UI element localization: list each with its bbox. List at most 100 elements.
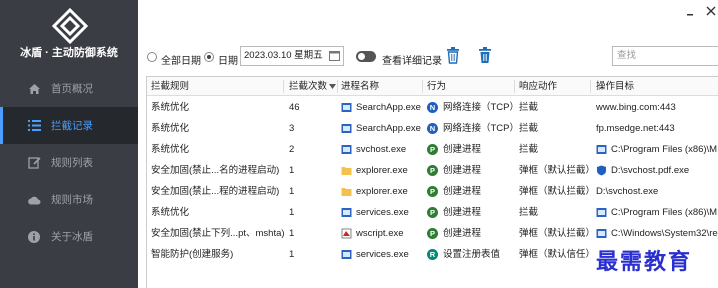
cell-target: fp.msedge.net:443	[596, 118, 718, 139]
process-icon	[341, 186, 352, 197]
search-input[interactable]: 查找	[612, 46, 718, 66]
process-name: SearchApp.exe	[356, 123, 421, 134]
process-name: wscript.exe	[356, 228, 404, 239]
col-count[interactable]: 拦截次数	[289, 77, 327, 96]
trash-icon[interactable]	[446, 47, 460, 64]
cell-action: 弹框（默认拦截）	[519, 186, 591, 197]
minimize-icon[interactable]	[685, 6, 695, 16]
app-title: 冰盾 · 主动防御系统	[20, 47, 118, 59]
cell-count: 46	[289, 102, 300, 113]
sidebar-item-market[interactable]: 规则市场	[0, 181, 138, 218]
process-icon	[341, 123, 352, 134]
col-behavior[interactable]: 行为	[427, 77, 446, 96]
process-name: services.exe	[356, 249, 409, 260]
cell-process: services.exe	[341, 202, 423, 223]
cell-count: 1	[289, 165, 295, 176]
behavior-text: 创建进程	[443, 165, 482, 176]
process-name: explorer.exe	[356, 186, 408, 197]
target-icon	[596, 207, 607, 218]
cell-action: 弹框（默认拦截）	[519, 165, 591, 176]
cell-process: services.exe	[341, 244, 423, 265]
target-text: fp.msedge.net:443	[596, 123, 675, 134]
process-icon	[341, 144, 352, 155]
cell-count: 1	[289, 249, 295, 260]
behavior-text: 创建进程	[443, 144, 482, 155]
target-icon	[596, 165, 607, 176]
target-text: C:\Program Files (x86)\M	[611, 144, 718, 155]
behavior-badge-icon: P	[427, 228, 438, 239]
cell-target: www.bing.com:443	[596, 97, 718, 118]
cell-count: 1	[289, 228, 295, 239]
sidebar-item-intercept-log[interactable]: 拦截记录	[0, 107, 138, 144]
cell-process: SearchApp.exe	[341, 118, 423, 139]
cell-behavior: N 网络连接（TCP）	[427, 118, 515, 139]
cloud-icon	[27, 193, 41, 207]
cell-behavior: P 创建进程	[427, 202, 515, 223]
behavior-text: 创建进程	[443, 207, 482, 218]
table-row[interactable]: 系统优化 3 SearchApp.exe N 网络连接（TCP） 拦截 fp.msedge.…	[147, 118, 718, 139]
target-text: www.bing.com:443	[596, 102, 676, 113]
cell-process: svchost.exe	[341, 139, 423, 160]
search-placeholder: 查找	[617, 50, 637, 61]
cell-process: explorer.exe	[341, 181, 423, 202]
process-name: svchost.exe	[356, 144, 407, 155]
show-details-label: 查看详细记录	[382, 56, 442, 67]
cell-behavior: R 设置注册表值	[427, 244, 515, 265]
cell-behavior: P 创建进程	[427, 223, 515, 244]
process-icon	[341, 228, 352, 239]
sort-desc-icon[interactable]	[329, 84, 336, 89]
cell-rule: 系统优化	[151, 123, 190, 134]
sidebar-item-about[interactable]: 关于冰盾	[0, 218, 138, 255]
cell-process: wscript.exe	[341, 223, 423, 244]
table-row[interactable]: 系统优化 46 SearchApp.exe N 网络连接（TCP） 拦截 www.bing.…	[147, 97, 718, 118]
cell-action: 弹框（默认信任）	[519, 249, 591, 260]
col-action[interactable]: 响应动作	[519, 77, 557, 96]
table-row[interactable]: 系统优化 1 services.exe P 创建进程 拦截 C:\Program Files…	[147, 202, 718, 223]
show-details-toggle[interactable]	[356, 51, 376, 62]
toolbar: 全部日期 日期 2023.03.10 星期五 查看详细记录 查找	[138, 40, 718, 74]
cell-process: explorer.exe	[341, 160, 423, 181]
cell-action: 拦截	[519, 207, 539, 218]
col-target[interactable]: 操作目标	[596, 77, 634, 96]
behavior-badge-icon: P	[427, 144, 438, 155]
cell-count: 1	[289, 186, 295, 197]
cell-count: 1	[289, 207, 295, 218]
behavior-text: 网络连接（TCP）	[443, 102, 515, 113]
col-rule[interactable]: 拦截规则	[151, 77, 189, 96]
table-row[interactable]: 安全加固(禁止...名的进程启动) 1 explorer.exe P 创建进程 弹框（默认…	[147, 160, 718, 181]
cell-behavior: N 网络连接（TCP）	[427, 97, 515, 118]
date-picker[interactable]: 2023.03.10 星期五	[240, 46, 344, 66]
table-header: 拦截规则 拦截次数 进程名称 行为 响应动作 操作目标	[147, 77, 718, 96]
process-icon	[341, 207, 352, 218]
behavior-badge-icon: P	[427, 207, 438, 218]
target-icon	[596, 228, 607, 239]
all-dates-label: 全部日期	[161, 56, 201, 67]
home-icon	[27, 82, 41, 96]
cell-target: C:\Windows\System32\re	[596, 223, 718, 244]
cell-behavior: P 创建进程	[427, 139, 515, 160]
cell-process: SearchApp.exe	[341, 97, 423, 118]
all-dates-radio[interactable]	[147, 52, 157, 62]
behavior-badge-icon: R	[427, 249, 438, 260]
cell-target: C:\Program Files (x86)\M	[596, 202, 718, 223]
calendar-icon[interactable]	[329, 50, 340, 61]
table-row[interactable]: 系统优化 2 svchost.exe P 创建进程 拦截 C:\Program Files …	[147, 139, 718, 160]
cell-rule: 安全加固(禁止下列...pt、mshta)	[151, 228, 285, 239]
cell-target: D:\svchost.exe	[596, 181, 718, 202]
date-radio[interactable]	[204, 52, 214, 62]
behavior-badge-icon: P	[427, 186, 438, 197]
close-icon[interactable]	[706, 6, 716, 16]
table-row[interactable]: 安全加固(禁止下列...pt、mshta) 1 wscript.exe P 创建进程 弹框…	[147, 223, 718, 244]
watermark: 最需教育	[596, 244, 693, 276]
target-text: C:\Program Files (x86)\M	[611, 207, 718, 218]
table-row[interactable]: 安全加固(禁止...程的进程启动) 1 explorer.exe P 创建进程 弹框（默认…	[147, 181, 718, 202]
cell-action: 弹框（默认拦截）	[519, 228, 591, 239]
target-text: C:\Windows\System32\re	[611, 228, 718, 239]
process-icon	[341, 102, 352, 113]
sidebar-item-label: 规则市场	[51, 194, 93, 206]
sidebar-item-rules[interactable]: 规则列表	[0, 144, 138, 181]
delete-all-icon[interactable]	[478, 47, 492, 64]
col-process[interactable]: 进程名称	[341, 77, 379, 96]
sidebar-item-home[interactable]: 首页概况	[0, 70, 138, 107]
edit-icon	[27, 156, 41, 170]
